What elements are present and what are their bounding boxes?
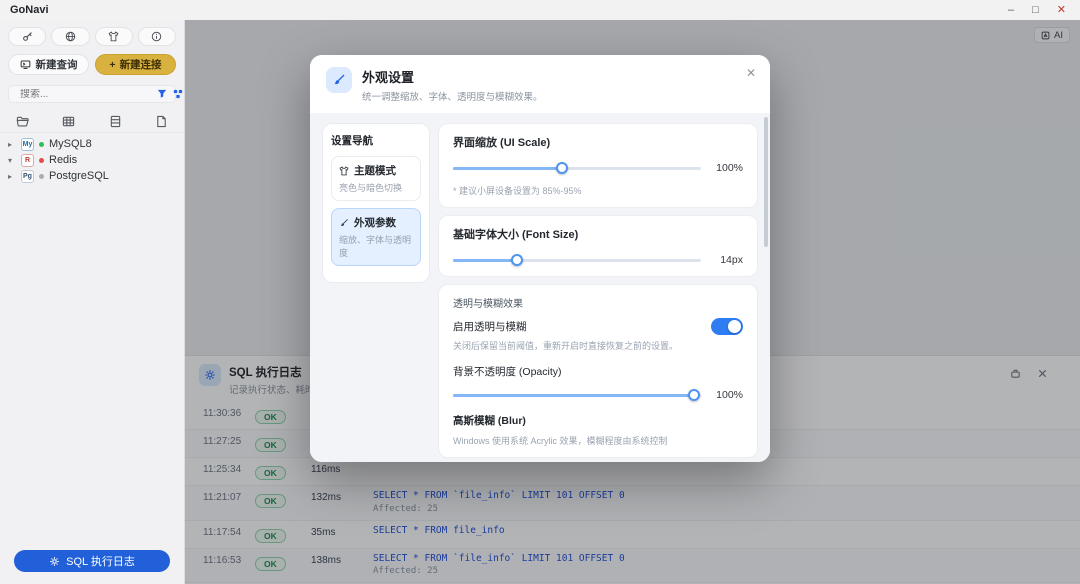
app-title: GoNavi <box>10 4 49 16</box>
file-tab-icon[interactable] <box>155 115 168 128</box>
slider-thumb[interactable] <box>511 254 524 266</box>
opacity-label: 背景不透明度 (Opacity) <box>453 366 562 378</box>
enable-blur-label: 启用透明与模糊 <box>453 321 527 333</box>
maximize-button[interactable]: □ <box>1032 4 1039 16</box>
new-connection-button[interactable]: + 新建连接 <box>95 54 176 75</box>
ui-scale-label: 界面缩放 (UI Scale) <box>453 137 551 149</box>
tshirt-icon <box>108 31 119 42</box>
ui-scale-card: 界面缩放 (UI Scale) 100% * 建议小屏设备设置为 85%-95% <box>438 123 758 208</box>
tree-item-mysql8[interactable]: ▸ My MySQL8 <box>0 136 184 152</box>
postgresql-icon: Pg <box>21 169 34 183</box>
mysql-icon: My <box>21 137 34 151</box>
font-size-card: 基础字体大小 (Font Size) 14px <box>438 215 758 277</box>
settings-content: 界面缩放 (UI Scale) 100% * 建议小屏设备设置为 85%-95%… <box>438 123 758 458</box>
close-window-button[interactable]: ✕ <box>1057 4 1066 16</box>
caret-collapsed-icon[interactable]: ▸ <box>8 140 16 149</box>
titlebar: GoNavi – □ ✕ <box>0 0 1080 20</box>
key-button[interactable] <box>8 27 47 46</box>
window-controls: – □ ✕ <box>1008 4 1080 16</box>
new-connection-label: 新建连接 <box>119 59 162 71</box>
globe-icon <box>65 31 76 42</box>
ui-scale-note: * 建议小屏设备设置为 85%-95% <box>453 186 582 196</box>
globe-button[interactable] <box>51 27 90 46</box>
font-size-value: 14px <box>720 254 743 266</box>
folder-tab-icon[interactable] <box>16 115 29 128</box>
theme-button[interactable] <box>94 27 133 46</box>
status-dot-idle <box>39 173 44 179</box>
caret-expanded-icon[interactable]: ▾ <box>8 156 16 165</box>
settings-nav-header: 设置导航 <box>331 135 373 147</box>
ui-scale-value: 100% <box>716 162 743 174</box>
modal-subtitle: 统一调整缩放、字体、透明度与模糊效果。 <box>362 92 543 103</box>
modal-badge <box>326 67 352 93</box>
font-size-slider[interactable] <box>453 254 701 266</box>
caret-collapsed-icon[interactable]: ▸ <box>8 172 16 181</box>
list-tab-icon[interactable] <box>109 115 122 128</box>
paintbrush-icon <box>340 218 348 226</box>
nav-item-desc: 亮色与暗色切换 <box>339 183 403 193</box>
slider-thumb[interactable] <box>556 162 569 174</box>
blur-label: 高斯模糊 (Blur) <box>453 415 526 427</box>
new-query-label: 新建查询 <box>35 59 78 71</box>
slider-thumb[interactable] <box>687 389 700 401</box>
sidebar-footer: SQL 执行日志 <box>0 542 184 584</box>
sidebar-tabs <box>0 109 184 133</box>
opacity-slider[interactable] <box>453 389 701 401</box>
status-dot-connected <box>39 141 44 147</box>
modal-title: 外观设置 <box>362 70 415 85</box>
search-bar <box>8 85 183 103</box>
minimize-button[interactable]: – <box>1008 4 1014 16</box>
nav-item-label: 外观参数 <box>354 217 396 229</box>
app-window: GoNavi – □ ✕ 新建查询 + 新建连接 搜索... ▸ My MySQ… <box>0 0 1080 584</box>
plus-icon: + <box>109 58 116 71</box>
sql-log-button[interactable]: SQL 执行日志 <box>14 550 170 572</box>
settings-nav: 设置导航 主题模式 亮色与暗色切换 外观参数 缩放、字体与透明度 <box>322 123 430 283</box>
group-icon[interactable] <box>173 89 183 99</box>
status-dot-error <box>39 157 44 163</box>
effects-card: 透明与模糊效果 启用透明与模糊 关闭后保留当前阈值，重新开启时直接恢复之前的设置… <box>438 284 758 458</box>
tree-item-label: Redis <box>49 154 78 166</box>
blur-desc: Windows 使用系统 Acrylic 效果，模糊程度由系统控制 <box>453 436 668 446</box>
nav-item-theme-mode[interactable]: 主题模式 亮色与暗色切换 <box>331 156 421 201</box>
sidebar-toolbar <box>0 20 184 50</box>
key-icon <box>22 32 32 41</box>
tree-item-label: MySQL8 <box>49 138 92 150</box>
font-size-label: 基础字体大小 (Font Size) <box>453 229 579 241</box>
info-button[interactable] <box>137 27 176 46</box>
redis-icon: R <box>21 153 34 167</box>
tree-item-redis[interactable]: ▾ R Redis <box>0 152 184 168</box>
sidebar-actions: 新建查询 + 新建连接 <box>0 50 184 79</box>
enable-blur-desc: 关闭后保留当前阈值，重新开启时直接恢复之前的设置。 <box>453 341 679 351</box>
modal-body: 设置导航 主题模式 亮色与暗色切换 外观参数 缩放、字体与透明度 界面缩放 (U… <box>310 113 770 462</box>
nav-item-label: 主题模式 <box>354 165 396 177</box>
search-tools <box>157 89 183 99</box>
terminal-icon <box>20 60 30 69</box>
new-query-button[interactable]: 新建查询 <box>8 54 89 75</box>
search-input[interactable] <box>20 88 152 100</box>
appearance-settings-modal: 外观设置 统一调整缩放、字体、透明度与模糊效果。 ✕ 设置导航 主题模式 亮色与… <box>310 55 770 462</box>
tree-item-postgresql[interactable]: ▸ Pg PostgreSQL <box>0 168 184 184</box>
modal-close-icon[interactable]: ✕ <box>746 67 756 79</box>
tree-item-label: PostgreSQL <box>49 170 109 182</box>
info-icon <box>152 31 162 42</box>
modal-scrollbar[interactable] <box>764 117 768 247</box>
paintbrush-icon <box>334 74 345 85</box>
ui-scale-slider[interactable] <box>453 162 701 174</box>
effects-header: 透明与模糊效果 <box>453 299 523 310</box>
modal-header: 外观设置 统一调整缩放、字体、透明度与模糊效果。 ✕ <box>310 55 770 113</box>
table-tab-icon[interactable] <box>62 115 75 128</box>
sql-log-button-label: SQL 执行日志 <box>66 556 135 568</box>
tshirt-icon <box>339 165 349 175</box>
enable-blur-toggle[interactable] <box>711 318 743 335</box>
filter-icon[interactable] <box>157 89 167 99</box>
nav-item-appearance-params[interactable]: 外观参数 缩放、字体与透明度 <box>331 208 421 266</box>
nav-item-desc: 缩放、字体与透明度 <box>339 235 412 258</box>
opacity-value: 100% <box>716 389 743 401</box>
connection-tree: ▸ My MySQL8 ▾ R Redis ▸ Pg PostgreSQL <box>0 133 184 187</box>
sidebar: 新建查询 + 新建连接 ▸ My My <box>0 20 185 584</box>
modal-titles: 外观设置 统一调整缩放、字体、透明度与模糊效果。 <box>362 67 543 103</box>
gear-icon <box>50 556 59 566</box>
